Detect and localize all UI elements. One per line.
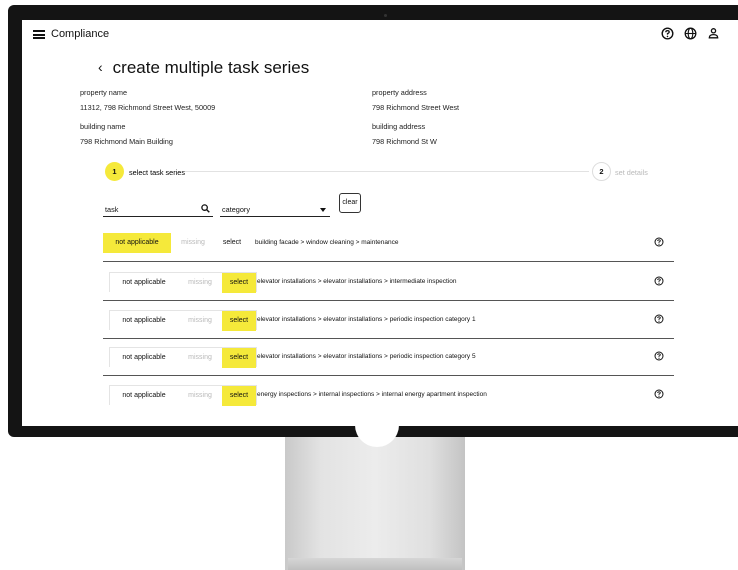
- hamburger-icon[interactable]: [33, 30, 45, 39]
- help-circle-icon[interactable]: [661, 27, 674, 40]
- help-circle-icon[interactable]: [654, 351, 664, 361]
- property-name-label: property name: [80, 88, 128, 97]
- building-address-label: building address: [372, 122, 426, 131]
- step-2-label: set details: [615, 168, 648, 177]
- status-toggle: not applicable missing select: [109, 272, 257, 293]
- select-option[interactable]: select: [222, 348, 256, 368]
- not-applicable-option[interactable]: not applicable: [110, 273, 178, 293]
- missing-option[interactable]: missing: [178, 348, 222, 368]
- task-path: energy inspections > internal inspection…: [257, 391, 487, 398]
- building-name-value: 798 Richmond Main Building: [80, 137, 173, 146]
- not-applicable-option[interactable]: not applicable: [103, 233, 171, 253]
- property-name-value: 11312, 798 Richmond Street West, 50009: [80, 103, 216, 112]
- missing-option[interactable]: missing: [178, 386, 222, 406]
- help-circle-icon[interactable]: [654, 237, 664, 247]
- camera-dot: [384, 14, 387, 17]
- device-mockup: Compliance ‹ create multiple task series …: [0, 0, 738, 570]
- task-row: not applicable missing select elevator i…: [103, 339, 674, 376]
- step-connector: [185, 171, 589, 172]
- user-icon[interactable]: [707, 27, 720, 40]
- status-toggle: not applicable missing select: [109, 310, 257, 331]
- help-circle-icon[interactable]: [654, 276, 664, 286]
- task-path: building facade > window cleaning > main…: [255, 239, 399, 246]
- help-circle-icon[interactable]: [654, 389, 664, 399]
- monitor-stand: [285, 437, 465, 570]
- property-address-label: property address: [372, 88, 427, 97]
- app-title: Compliance: [51, 28, 110, 40]
- property-address-value: 798 Richmond Street West: [372, 103, 460, 112]
- task-path: elevator installations > elevator instal…: [257, 316, 476, 323]
- step-1-indicator[interactable]: 1: [105, 162, 124, 181]
- top-actions: [661, 27, 720, 40]
- building-address-value: 798 Richmond St W: [372, 137, 437, 146]
- not-applicable-option[interactable]: not applicable: [110, 311, 178, 331]
- task-filter-placeholder: task: [105, 205, 119, 214]
- app-screen: Compliance ‹ create multiple task series …: [22, 20, 738, 426]
- missing-option[interactable]: missing: [178, 273, 222, 293]
- task-path: elevator installations > elevator instal…: [257, 278, 457, 285]
- select-option[interactable]: select: [222, 386, 256, 406]
- task-filter-input[interactable]: task: [103, 202, 213, 217]
- missing-option[interactable]: missing: [178, 311, 222, 331]
- chevron-left-icon[interactable]: ‹: [98, 59, 103, 75]
- building-name-label: building name: [80, 122, 126, 131]
- not-applicable-option[interactable]: not applicable: [110, 386, 178, 406]
- search-icon[interactable]: [201, 204, 210, 213]
- page-title: ‹ create multiple task series: [98, 58, 309, 78]
- select-option[interactable]: select: [222, 311, 256, 331]
- caret-down-icon[interactable]: [320, 208, 326, 212]
- task-row: not applicable missing select elevator i…: [103, 302, 674, 339]
- category-select-placeholder: category: [222, 205, 250, 214]
- page-title-text: create multiple task series: [112, 58, 310, 77]
- step-2-indicator[interactable]: 2: [592, 162, 611, 181]
- task-row: not applicable missing select energy ins…: [103, 377, 674, 414]
- select-option[interactable]: select: [222, 273, 256, 293]
- task-path: elevator installations > elevator instal…: [257, 353, 476, 360]
- category-select[interactable]: category: [220, 202, 330, 217]
- status-toggle: not applicable missing select: [103, 233, 249, 253]
- step-1-label: select task series: [129, 168, 185, 177]
- clear-filters-button[interactable]: clear: [339, 193, 361, 213]
- monitor-stand-base: [288, 558, 462, 570]
- select-option[interactable]: select: [215, 233, 249, 253]
- globe-icon[interactable]: [684, 27, 697, 40]
- task-row: not applicable missing select elevator i…: [103, 264, 674, 301]
- top-bar: Compliance: [22, 20, 738, 48]
- status-toggle: not applicable missing select: [109, 385, 257, 406]
- not-applicable-option[interactable]: not applicable: [110, 348, 178, 368]
- help-circle-icon[interactable]: [654, 314, 664, 324]
- missing-option[interactable]: missing: [171, 233, 215, 253]
- task-row: not applicable missing select building f…: [103, 225, 674, 262]
- status-toggle: not applicable missing select: [109, 347, 257, 368]
